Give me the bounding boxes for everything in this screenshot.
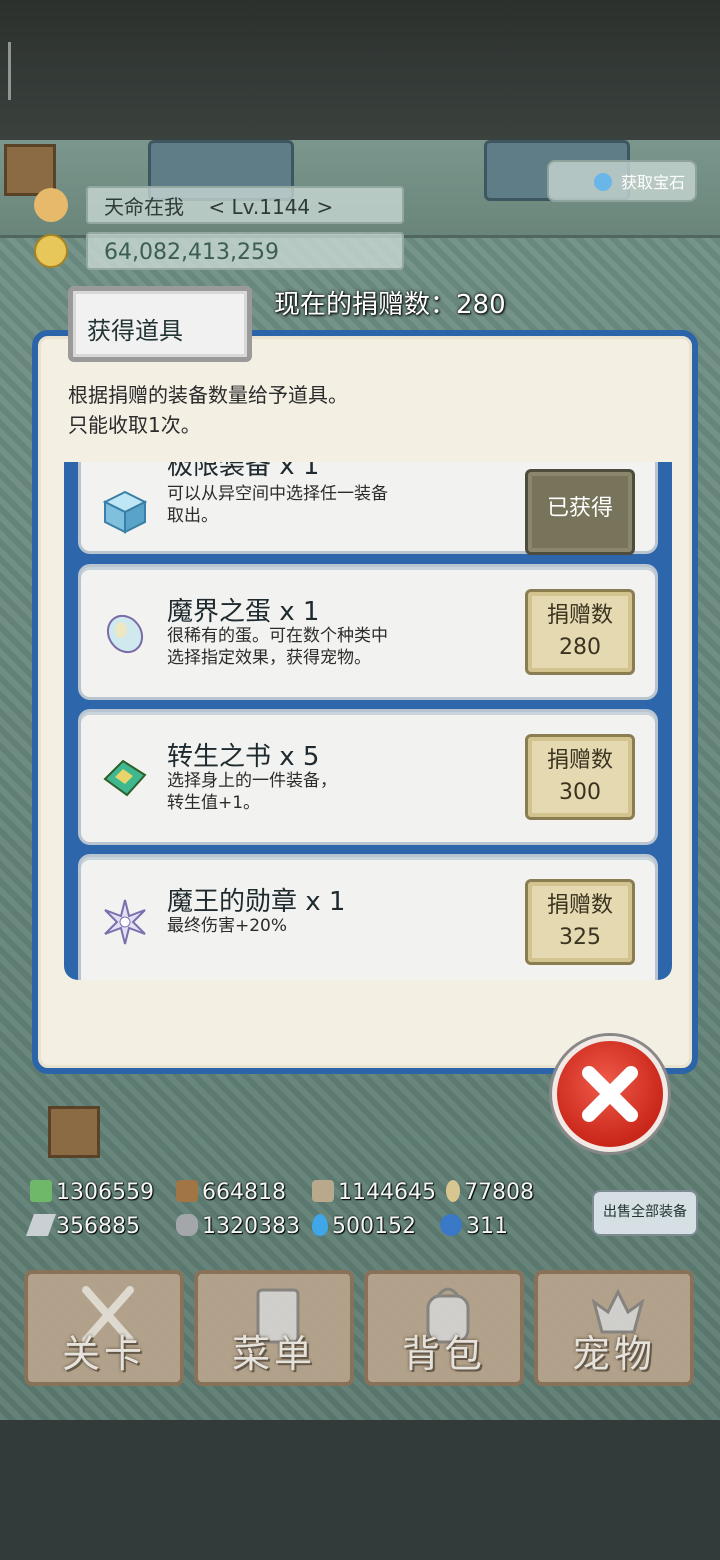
nav-stage-label: 关卡 <box>61 1332 146 1376</box>
book-icon <box>103 759 147 797</box>
donate-280-button[interactable]: 捐赠数 280 <box>525 589 635 675</box>
stone-icon <box>176 1214 198 1236</box>
nav-pet-label: 宠物 <box>571 1332 656 1376</box>
ore-icon <box>312 1180 334 1202</box>
reward-desc-line1: 可以从异空间中选择任一装备 <box>167 484 388 504</box>
status-bar <box>0 0 720 140</box>
reward-name: 魔界之蛋 x 1 <box>167 597 320 627</box>
flame-icon <box>312 1214 328 1236</box>
resource-mana: 500152 <box>312 1214 416 1239</box>
gem-icon <box>593 173 612 191</box>
nav-bag-label: 背包 <box>401 1332 486 1376</box>
resource-iron: 356885 <box>25 1214 140 1239</box>
wood-icon <box>176 1180 198 1202</box>
resource-ore-value: 1144645 <box>338 1180 436 1205</box>
donate-325-button[interactable]: 捐赠数 325 <box>525 879 635 965</box>
reward-row-extreme-equipment: 极限装备 x 1 可以从异空间中选择任一装备 取出。 已获得 <box>78 462 658 555</box>
dialog-title-tab: 获得道具 <box>68 286 252 362</box>
herb-icon <box>30 1180 52 1202</box>
player-level: < Lv.1144 > <box>208 195 334 219</box>
resource-herb-value: 1306559 <box>56 1180 154 1205</box>
donate-value: 300 <box>559 780 601 805</box>
reward-list[interactable]: 极限装备 x 1 可以从异空间中选择任一装备 取出。 已获得 魔界之蛋 x 1 … <box>64 462 672 980</box>
orb-icon <box>440 1214 462 1236</box>
reward-desc: 很稀有的蛋。可在数个种类中 选择指定效果，获得宠物。 <box>167 625 447 669</box>
resource-ore: 1144645 <box>312 1180 436 1205</box>
egg-icon <box>106 614 144 654</box>
get-gems-button[interactable]: 获取宝石 <box>547 160 697 202</box>
reward-name: 极限装备 x 1 <box>167 462 320 481</box>
nav-bar-area <box>0 1420 720 1560</box>
iron-icon <box>25 1214 57 1236</box>
resource-seed-value: 77808 <box>464 1180 534 1205</box>
resource-orb: 311 <box>440 1214 508 1239</box>
donate-value: 325 <box>559 925 601 950</box>
resource-herb: 1306559 <box>30 1180 154 1205</box>
reward-desc: 最终伤害+20% <box>167 915 447 937</box>
player-name-bar: 天命在我 < Lv.1144 > <box>86 186 404 224</box>
donation-value: 280 <box>456 290 506 320</box>
dialog-desc-line2: 只能收取1次。 <box>68 413 201 437</box>
nav-menu-label: 菜单 <box>231 1332 316 1376</box>
dialog-desc-line1: 根据捐赠的装备数量给予道具。 <box>68 383 348 407</box>
donation-count: 现在的捐赠数：280 <box>274 284 506 321</box>
close-icon <box>582 1066 638 1122</box>
reward-row-rebirth-book: 转生之书 x 5 选择身上的一件装备， 转生值+1。 捐赠数 300 <box>78 709 658 845</box>
reward-desc-line2: 选择指定效果，获得宠物。 <box>167 648 371 668</box>
reward-desc: 可以从异空间中选择任一装备 取出。 <box>167 483 447 527</box>
donate-label: 捐赠数 <box>546 748 613 773</box>
claimed-label: 已获得 <box>546 496 613 521</box>
reward-desc-line2: 取出。 <box>167 506 218 526</box>
reward-desc-line1: 选择身上的一件装备， <box>167 771 337 791</box>
seed-icon <box>446 1180 460 1202</box>
resource-wood: 664818 <box>176 1180 286 1205</box>
reward-desc-line1: 最终伤害+20% <box>167 916 288 936</box>
text-cursor <box>8 42 11 100</box>
reward-desc-line1: 很稀有的蛋。可在数个种类中 <box>167 626 388 646</box>
resource-stone: 1320383 <box>176 1214 300 1239</box>
donate-label: 捐赠数 <box>546 603 613 628</box>
gold-amount: 64,082,413,259 <box>86 232 404 270</box>
dialog-title: 获得道具 <box>87 317 183 345</box>
reward-row-demon-medal: 魔王的勋章 x 1 最终伤害+20% 捐赠数 325 <box>78 854 658 980</box>
reward-desc-line2: 转生值+1。 <box>167 793 261 813</box>
player-name: 天命在我 <box>104 195 184 219</box>
resource-stone-value: 1320383 <box>202 1214 300 1239</box>
nav-menu-button[interactable]: 菜单 <box>194 1270 354 1386</box>
nav-bag-button[interactable]: 背包 <box>364 1270 524 1386</box>
close-button[interactable] <box>552 1036 668 1152</box>
resource-wood-value: 664818 <box>202 1180 286 1205</box>
sell-all-button[interactable]: 出售全部装备 <box>592 1190 698 1236</box>
claimed-button[interactable]: 已获得 <box>525 469 635 555</box>
nav-stage-button[interactable]: 关卡 <box>24 1270 184 1386</box>
reward-name: 魔王的勋章 x 1 <box>167 887 346 917</box>
get-gems-label: 获取宝石 <box>620 173 685 192</box>
avatar-icon[interactable] <box>34 188 68 222</box>
resource-mana-value: 500152 <box>332 1214 416 1239</box>
crate-bottom <box>48 1106 100 1158</box>
coin-icon <box>34 234 68 268</box>
resource-orb-value: 311 <box>466 1214 508 1239</box>
donate-label: 捐赠数 <box>546 893 613 918</box>
reward-name: 转生之书 x 5 <box>167 742 320 772</box>
nav-pet-button[interactable]: 宠物 <box>534 1270 694 1386</box>
dialog-description: 根据捐赠的装备数量给予道具。 只能收取1次。 <box>68 380 348 440</box>
donation-label: 现在的捐赠数： <box>274 290 457 320</box>
resource-seed: 77808 <box>446 1180 534 1205</box>
cube-icon <box>102 490 148 534</box>
badge-icon <box>104 899 146 945</box>
donate-value: 280 <box>559 635 601 660</box>
reward-row-demon-egg: 魔界之蛋 x 1 很稀有的蛋。可在数个种类中 选择指定效果，获得宠物。 捐赠数 … <box>78 564 658 700</box>
donate-300-button[interactable]: 捐赠数 300 <box>525 734 635 820</box>
reward-desc: 选择身上的一件装备， 转生值+1。 <box>167 770 447 814</box>
resource-iron-value: 356885 <box>56 1214 140 1239</box>
